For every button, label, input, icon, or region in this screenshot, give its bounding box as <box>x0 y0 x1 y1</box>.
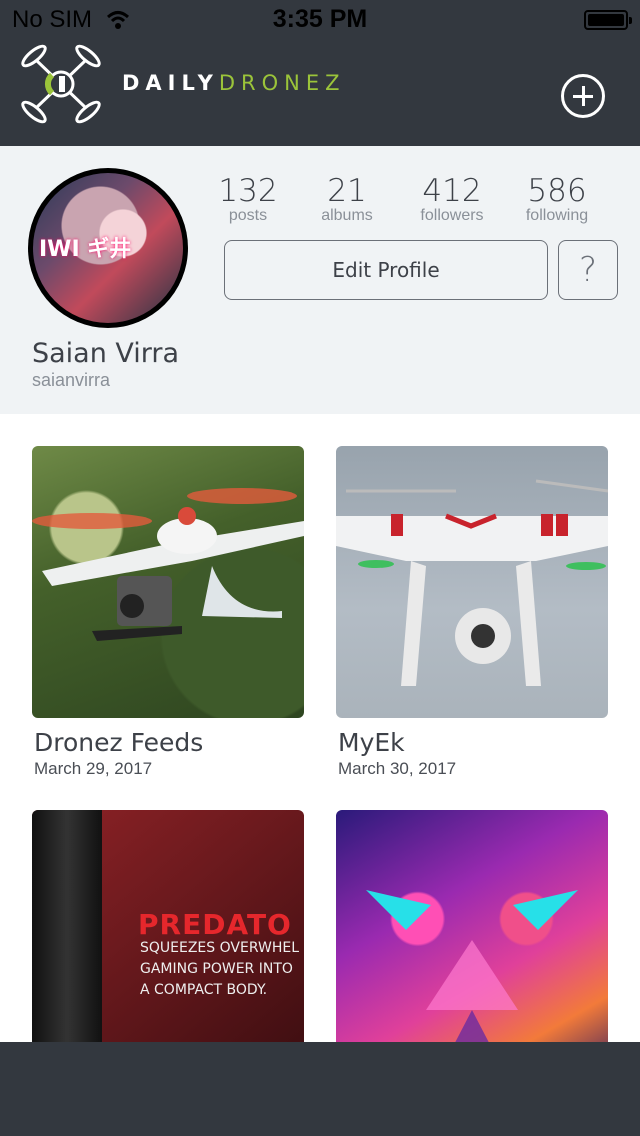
album-thumbnail[interactable]: PREDATO SQUEEZES OVERWHEL GAMING POWER I… <box>32 810 304 1042</box>
avatar[interactable]: IWI ギ井 <box>28 168 188 328</box>
drone-photo <box>336 479 608 686</box>
drone-photo <box>32 488 304 641</box>
brand-part2: DRONEZ <box>218 71 346 95</box>
stat-label: posts <box>228 207 268 224</box>
stat-label: followers <box>420 207 484 224</box>
album-thumbnail[interactable] <box>32 446 304 718</box>
album-card[interactable]: Dronez Feeds March 29, 2017 <box>32 446 304 779</box>
album-date: March 29, 2017 <box>34 759 153 778</box>
stat-label: following <box>525 207 589 224</box>
stat-value: 21 <box>327 173 367 209</box>
clock: 3:35 PM <box>272 5 368 33</box>
album-card[interactable]: PREDATO SQUEEZES OVERWHEL GAMING POWER I… <box>32 810 304 1042</box>
album-title[interactable]: MyEk <box>336 728 608 757</box>
album-card[interactable]: MyEk March 30, 2017 <box>336 446 608 779</box>
album-grid: Dronez Feeds March 29, 2017 MyEk March 3 <box>0 414 640 1042</box>
ad-line: A COMPACT BODY. <box>140 982 268 998</box>
profile-section: IWI ギ井 132 posts 21 albums 412 followers… <box>0 146 640 414</box>
stat-value: 586 <box>527 173 587 209</box>
ad-copy: SQUEEZES OVERWHEL GAMING POWER INTO A CO… <box>140 938 299 1001</box>
battery-icon <box>584 10 632 30</box>
abstract-art <box>366 890 578 1042</box>
ad-line: SQUEEZES OVERWHEL <box>140 940 299 956</box>
drone-logo-icon <box>21 44 101 124</box>
album-card[interactable] <box>336 810 608 1042</box>
stat-value: 132 <box>218 173 278 209</box>
pc-tower-image <box>32 810 102 1042</box>
profile-username: saianvirra <box>32 370 111 390</box>
app-header: No SIM 3:35 PM DAILYDRONEZ <box>0 0 640 146</box>
album-thumbnail[interactable] <box>336 810 608 1042</box>
stat-posts[interactable]: 132 posts <box>198 174 298 224</box>
add-button[interactable] <box>561 74 605 118</box>
avatar-text: IWI ギ井 <box>39 237 132 262</box>
stat-followers[interactable]: 412 followers <box>402 174 502 224</box>
brand-part1: DAILY <box>122 71 219 95</box>
brand-wordmark: DAILYDRONEZ <box>122 71 345 95</box>
bottom-bar <box>0 1042 640 1136</box>
avatar-image: IWI ギ井 <box>33 173 183 323</box>
help-button[interactable]: ? <box>558 240 618 300</box>
stat-label: albums <box>321 207 373 224</box>
edit-profile-button[interactable]: Edit Profile <box>224 240 548 300</box>
ad-line: GAMING POWER INTO <box>140 961 293 977</box>
ad-headline: PREDATO <box>138 908 292 941</box>
profile-name: Saian Virra <box>32 338 180 369</box>
stat-albums[interactable]: 21 albums <box>297 174 397 224</box>
album-date: March 30, 2017 <box>338 759 457 778</box>
stat-following[interactable]: 586 following <box>507 174 607 224</box>
stat-value: 412 <box>422 173 482 209</box>
stats-row: 132 posts 21 albums 412 followers 586 fo… <box>208 174 618 234</box>
album-title[interactable]: Dronez Feeds <box>32 728 304 757</box>
album-thumbnail[interactable] <box>336 446 608 718</box>
